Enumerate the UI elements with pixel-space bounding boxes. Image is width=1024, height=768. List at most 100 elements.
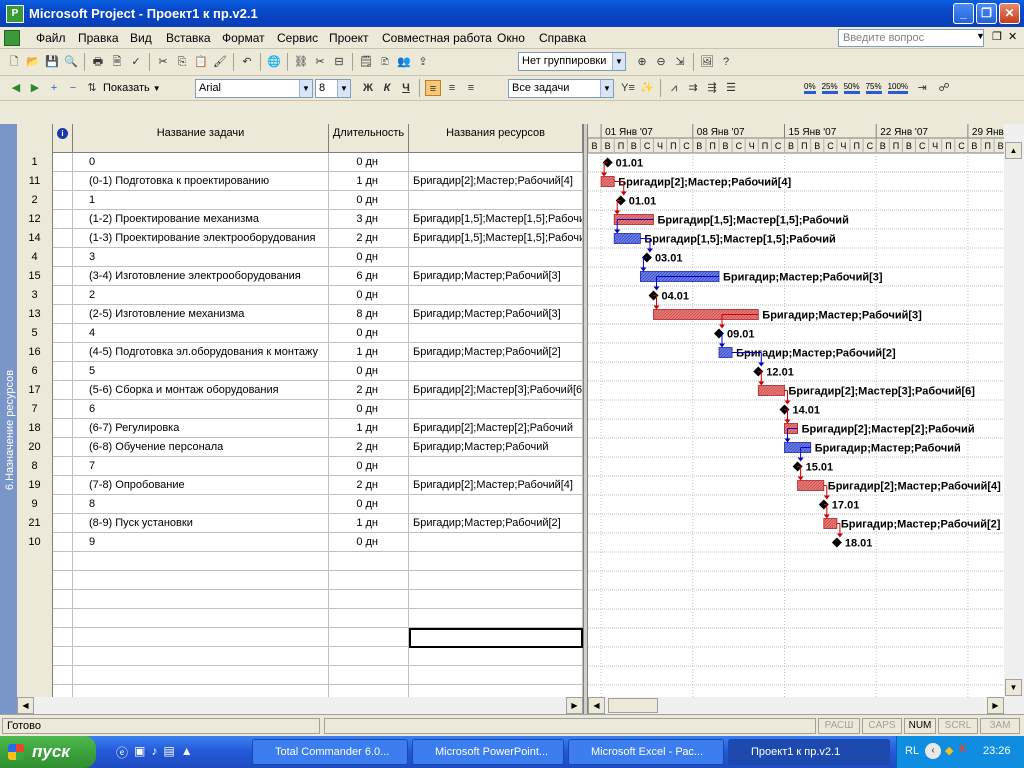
select-all-cell[interactable] bbox=[17, 124, 53, 153]
row-id[interactable] bbox=[17, 552, 53, 571]
table-row[interactable]: 16 (4-5) Подготовка эл.оборудования к мон… bbox=[17, 343, 583, 362]
task-resources[interactable]: Бригадир;Мастер;Рабочий[2] bbox=[409, 343, 583, 362]
spelling-icon[interactable]: ✓ bbox=[128, 54, 144, 70]
align-left-icon[interactable]: ≡ bbox=[425, 80, 441, 96]
task-duration[interactable]: 0 дн bbox=[329, 533, 409, 552]
task-duration[interactable]: 0 дн bbox=[329, 191, 409, 210]
task-resources[interactable] bbox=[409, 495, 583, 514]
row-id[interactable] bbox=[17, 571, 53, 590]
task-name[interactable]: 1 bbox=[73, 191, 329, 210]
percent-75-button[interactable]: 75% bbox=[865, 82, 882, 94]
table-row[interactable]: 8 70 дн bbox=[17, 457, 583, 476]
media-icon[interactable]: ♪ bbox=[151, 744, 157, 761]
task-name[interactable]: (6-8) Обучение персонала bbox=[73, 438, 329, 457]
task-duration[interactable] bbox=[329, 609, 409, 628]
row-indicator[interactable] bbox=[53, 419, 73, 438]
task-resources[interactable]: Бригадир;Мастер;Рабочий bbox=[409, 438, 583, 457]
task-resources[interactable] bbox=[409, 647, 583, 666]
table-row[interactable]: 4 30 дн bbox=[17, 248, 583, 267]
copy-icon[interactable]: ⎘ bbox=[174, 54, 190, 70]
task-duration[interactable]: 0 дн bbox=[329, 324, 409, 343]
table-row[interactable]: 1 00 дн bbox=[17, 153, 583, 172]
task-bar[interactable] bbox=[600, 176, 615, 187]
task-duration[interactable]: 3 дн bbox=[329, 210, 409, 229]
link-tasks-icon[interactable]: ⛓ bbox=[293, 54, 309, 70]
task-name[interactable]: 3 bbox=[73, 248, 329, 267]
task-info-icon[interactable]: 🗒 bbox=[358, 54, 374, 70]
table-row[interactable] bbox=[17, 609, 583, 628]
resources-column-header[interactable]: Названия ресурсов bbox=[409, 124, 583, 153]
task-resources[interactable] bbox=[409, 286, 583, 305]
task-bar[interactable] bbox=[757, 385, 785, 396]
filter-select[interactable]: Все задачи ▼ bbox=[508, 79, 614, 98]
menu-view[interactable]: Вид bbox=[130, 31, 152, 45]
task-duration[interactable] bbox=[329, 571, 409, 590]
menu-format[interactable]: Формат bbox=[222, 31, 265, 45]
row-id[interactable]: 8 bbox=[17, 457, 53, 476]
table-row[interactable]: 3 20 дн bbox=[17, 286, 583, 305]
table-row[interactable]: 21 (8-9) Пуск установки 1 дн Бригадир;Масте… bbox=[17, 514, 583, 533]
paste-icon[interactable]: 📋 bbox=[193, 54, 209, 70]
table-row[interactable]: 7 60 дн bbox=[17, 400, 583, 419]
scroll-left-icon[interactable]: ◀ bbox=[17, 697, 34, 714]
gantt-chart[interactable]: 01 Янв '07 08 Янв '07 15 Янв '07 22 Янв '07… bbox=[588, 124, 1004, 714]
autofilter-icon[interactable]: Y≡ bbox=[620, 80, 636, 96]
table-row[interactable]: 20 (6-8) Обучение персонала 2 дн Бригадир;М… bbox=[17, 438, 583, 457]
task-name[interactable]: 4 bbox=[73, 324, 329, 343]
task-name[interactable] bbox=[73, 552, 329, 571]
task-name[interactable]: 0 bbox=[73, 153, 329, 172]
row-indicator[interactable] bbox=[53, 647, 73, 666]
row-indicator[interactable] bbox=[53, 514, 73, 533]
task-duration[interactable]: 2 дн bbox=[329, 229, 409, 248]
table-horizontal-scrollbar[interactable]: ◀ ▶ bbox=[17, 697, 583, 714]
desktop-icon[interactable]: ▣ bbox=[134, 744, 145, 761]
task-name[interactable]: (7-8) Опробование bbox=[73, 476, 329, 495]
preview-icon[interactable]: 🗎 bbox=[109, 54, 125, 70]
row-indicator[interactable] bbox=[53, 153, 73, 172]
zoom-in-icon[interactable]: ⊕ bbox=[634, 54, 650, 70]
row-id[interactable]: 17 bbox=[17, 381, 53, 400]
task-name[interactable] bbox=[73, 628, 329, 647]
align-right-icon[interactable]: ≡ bbox=[463, 80, 479, 96]
task-powerpoint[interactable]: Microsoft PowerPoint... bbox=[412, 739, 564, 765]
files-icon[interactable]: ▤ bbox=[163, 744, 174, 761]
menu-window[interactable]: Окно bbox=[497, 31, 525, 45]
task-duration[interactable]: 2 дн bbox=[329, 438, 409, 457]
italic-button[interactable]: К bbox=[379, 80, 395, 96]
search-file-icon[interactable]: 🔍 bbox=[63, 54, 79, 70]
menu-tools[interactable]: Сервис bbox=[277, 31, 318, 45]
row-id[interactable]: 10 bbox=[17, 533, 53, 552]
hyperlink-globe-icon[interactable]: 🌐 bbox=[266, 54, 282, 70]
table-row[interactable]: 13 (2-5) Изготовление механизма 8 дн Бригад… bbox=[17, 305, 583, 324]
row-id[interactable]: 7 bbox=[17, 400, 53, 419]
menu-edit[interactable]: Правка bbox=[78, 31, 119, 45]
task-resources[interactable] bbox=[409, 552, 583, 571]
task-name[interactable]: 6 bbox=[73, 400, 329, 419]
row-id[interactable] bbox=[17, 590, 53, 609]
show-button[interactable]: Показать bbox=[103, 82, 150, 94]
row-indicator[interactable] bbox=[53, 172, 73, 191]
table-row[interactable]: 6 50 дн bbox=[17, 362, 583, 381]
task-duration[interactable] bbox=[329, 590, 409, 609]
task-duration[interactable]: 2 дн bbox=[329, 476, 409, 495]
row-id[interactable]: 19 bbox=[17, 476, 53, 495]
row-id[interactable]: 6 bbox=[17, 362, 53, 381]
menu-collaborate[interactable]: Совместная работа bbox=[382, 31, 492, 45]
task-name[interactable]: 7 bbox=[73, 457, 329, 476]
chevron-down-icon[interactable]: ▼ bbox=[612, 53, 625, 70]
undo-icon[interactable]: ↶ bbox=[239, 54, 255, 70]
task-resources[interactable]: Бригадир;Мастер;Рабочий[3] bbox=[409, 305, 583, 324]
row-id[interactable]: 18 bbox=[17, 419, 53, 438]
save-icon[interactable]: 💾 bbox=[44, 54, 60, 70]
row-indicator[interactable] bbox=[53, 628, 73, 647]
chevron-down-icon[interactable]: ▼ bbox=[337, 80, 350, 97]
task-duration[interactable]: 1 дн bbox=[329, 172, 409, 191]
task-duration[interactable] bbox=[329, 666, 409, 685]
doc-close-icon[interactable]: ✕ bbox=[1008, 30, 1017, 43]
row-id[interactable] bbox=[17, 628, 53, 647]
task-name[interactable]: (6-7) Регулировка bbox=[73, 419, 329, 438]
table-row[interactable]: 2 10 дн bbox=[17, 191, 583, 210]
table-row[interactable]: 10 9 0 дн bbox=[17, 533, 583, 552]
task-resources[interactable]: Бригадир[1,5];Мастер[1,5];Рабочий bbox=[409, 229, 583, 248]
task-name[interactable]: (1-3) Проектирование электрооборудования bbox=[73, 229, 329, 248]
